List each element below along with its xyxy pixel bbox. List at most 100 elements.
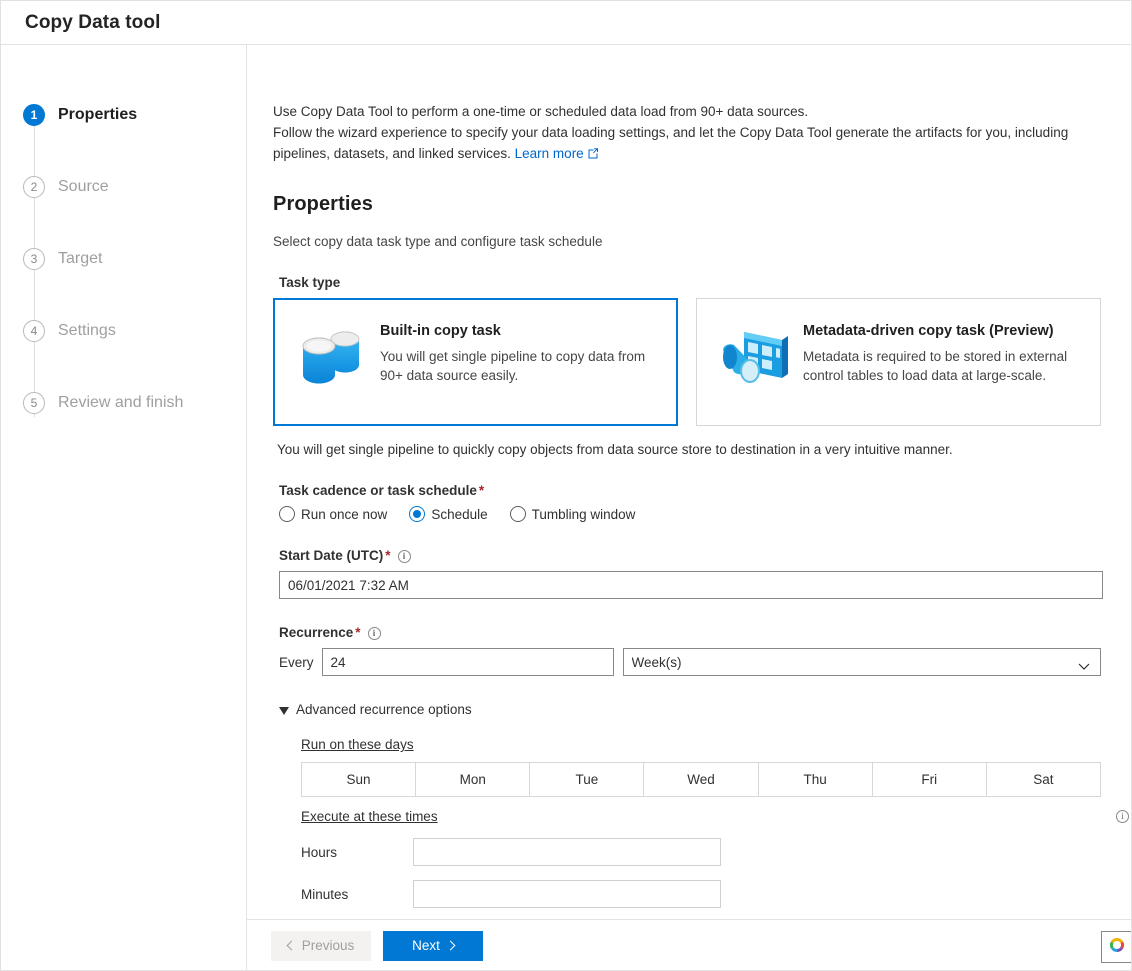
copy-data-tool-window: Copy Data tool 1 Properties 2 Source 3 T… bbox=[0, 0, 1132, 971]
next-button-label: Next bbox=[412, 938, 440, 953]
start-date-input[interactable] bbox=[279, 571, 1103, 599]
info-icon[interactable]: i bbox=[397, 550, 411, 563]
radio-dot-selected bbox=[409, 506, 426, 522]
step-number-badge: 3 bbox=[23, 248, 45, 270]
task-cadence-radio-group: Run once now Schedule Tumbling window bbox=[279, 506, 1101, 522]
recurrence-unit-select[interactable] bbox=[622, 648, 1101, 676]
task-type-card-group: Built-in copy task You will get single p… bbox=[273, 298, 1101, 426]
task-type-card-metadata-driven-copy-task[interactable]: Metadata-driven copy task (Preview) Meta… bbox=[696, 298, 1101, 426]
page-title: Properties bbox=[273, 193, 373, 215]
execute-at-times-row: Execute at these times i bbox=[301, 809, 1129, 824]
minutes-input[interactable] bbox=[413, 880, 721, 908]
external-link-icon bbox=[587, 144, 599, 165]
run-on-days-table: Sun Mon Tue Wed Thu Fri Sat bbox=[301, 762, 1101, 797]
required-asterisk: * bbox=[385, 548, 391, 563]
step-label: Review and finish bbox=[58, 394, 184, 411]
intro-line-2: Follow the wizard experience to specify … bbox=[273, 125, 1069, 140]
wizard-step-target[interactable]: 3 Target bbox=[23, 247, 246, 271]
task-cadence-label-text: Task cadence or task schedule bbox=[279, 483, 477, 498]
step-label: Source bbox=[58, 178, 109, 195]
wizard-step-review-and-finish[interactable]: 5 Review and finish bbox=[23, 391, 246, 415]
radio-dot bbox=[279, 506, 295, 522]
info-icon[interactable]: i bbox=[367, 627, 381, 640]
recurrence-unit-select-wrap bbox=[622, 648, 1101, 676]
database-cylinders-icon bbox=[294, 319, 370, 395]
start-date-label: Start Date (UTC) * i bbox=[279, 548, 1101, 563]
required-asterisk: * bbox=[355, 625, 361, 640]
card-title: Metadata-driven copy task (Preview) bbox=[803, 323, 1054, 339]
card-description: Metadata is required to be stored in ext… bbox=[803, 349, 1068, 383]
step-number-badge: 1 bbox=[23, 104, 45, 126]
metadata-table-funnel-icon bbox=[717, 319, 793, 395]
card-description: You will get single pipeline to copy dat… bbox=[380, 349, 646, 383]
required-asterisk: * bbox=[478, 483, 485, 498]
day-cell-sun[interactable]: Sun bbox=[302, 763, 417, 796]
radio-tumbling-window[interactable]: Tumbling window bbox=[509, 506, 636, 522]
chevron-left-icon bbox=[286, 940, 297, 951]
radio-run-once-now[interactable]: Run once now bbox=[279, 506, 387, 522]
task-type-label: Task type bbox=[279, 275, 341, 290]
wizard-step-settings[interactable]: 4 Settings bbox=[23, 319, 246, 343]
task-type-note: You will get single pipeline to quickly … bbox=[277, 442, 953, 457]
recurrence-label: Recurrence * i bbox=[279, 625, 1101, 640]
start-date-label-text: Start Date (UTC) bbox=[279, 548, 384, 563]
run-on-these-days-label[interactable]: Run on these days bbox=[301, 737, 414, 752]
recurrence-every-label: Every bbox=[279, 654, 314, 670]
radio-label: Schedule bbox=[431, 506, 488, 522]
wizard-step-source[interactable]: 2 Source bbox=[23, 175, 246, 199]
previous-button-label: Previous bbox=[301, 938, 355, 953]
day-cell-tue[interactable]: Tue bbox=[530, 763, 645, 796]
wizard-step-properties[interactable]: 1 Properties bbox=[23, 103, 246, 127]
step-number-badge: 2 bbox=[23, 176, 45, 198]
day-cell-fri[interactable]: Fri bbox=[872, 763, 987, 796]
hours-row: Hours bbox=[301, 838, 1101, 866]
recurrence-label-text: Recurrence bbox=[279, 625, 354, 640]
content-scroll-area: Use Copy Data Tool to perform a one-time… bbox=[247, 45, 1131, 919]
window-body: 1 Properties 2 Source 3 Target 4 Setting… bbox=[1, 45, 1131, 970]
execute-at-times-label[interactable]: Execute at these times bbox=[301, 809, 438, 824]
advanced-recurrence-label: Advanced recurrence options bbox=[296, 702, 472, 717]
chevron-right-icon bbox=[445, 940, 456, 951]
next-button[interactable]: Next bbox=[383, 930, 483, 961]
radio-label: Run once now bbox=[301, 506, 388, 522]
window-title: Copy Data tool bbox=[25, 11, 161, 33]
wizard-footer: Previous Next bbox=[247, 919, 1131, 970]
day-cell-thu[interactable]: Thu bbox=[758, 763, 873, 796]
step-label: Settings bbox=[58, 322, 116, 339]
wizard-content-pane: Use Copy Data Tool to perform a one-time… bbox=[247, 45, 1131, 970]
hours-input[interactable] bbox=[413, 838, 721, 866]
window-titlebar: Copy Data tool bbox=[1, 1, 1131, 45]
recurrence-interval-input[interactable] bbox=[321, 648, 614, 676]
step-label: Properties bbox=[58, 106, 138, 123]
intro-line-1: Use Copy Data Tool to perform a one-time… bbox=[273, 104, 809, 119]
task-cadence-label: Task cadence or task schedule * bbox=[279, 483, 1101, 498]
feedback-circle-icon bbox=[1109, 937, 1125, 958]
task-type-card-built-in-copy-task[interactable]: Built-in copy task You will get single p… bbox=[273, 298, 678, 426]
learn-more-link[interactable]: Learn more bbox=[515, 146, 599, 161]
day-cell-sat[interactable]: Sat bbox=[986, 763, 1100, 796]
step-number-badge: 4 bbox=[23, 320, 45, 342]
minutes-label: Minutes bbox=[301, 886, 349, 902]
radio-label: Tumbling window bbox=[531, 506, 636, 522]
card-text-block: Built-in copy task You will get single p… bbox=[380, 319, 658, 385]
intro-paragraph: Use Copy Data Tool to perform a one-time… bbox=[273, 101, 1101, 165]
radio-dot bbox=[509, 506, 526, 522]
step-number-badge: 5 bbox=[23, 392, 45, 414]
info-icon[interactable]: i bbox=[1116, 810, 1129, 823]
wizard-steps-rail: 1 Properties 2 Source 3 Target 4 Setting… bbox=[1, 45, 247, 970]
day-cell-mon[interactable]: Mon bbox=[416, 763, 531, 796]
radio-schedule[interactable]: Schedule bbox=[409, 506, 488, 522]
page-subtitle: Select copy data task type and configure… bbox=[273, 234, 603, 249]
step-label: Target bbox=[58, 250, 103, 267]
card-title: Built-in copy task bbox=[380, 323, 501, 339]
hours-label: Hours bbox=[301, 844, 338, 860]
learn-more-label: Learn more bbox=[514, 146, 584, 161]
feedback-widget[interactable] bbox=[1101, 931, 1131, 963]
wizard-connector-line bbox=[33, 125, 35, 417]
advanced-recurrence-toggle[interactable]: Advanced recurrence options bbox=[279, 702, 1101, 717]
card-text-block: Metadata-driven copy task (Preview) Meta… bbox=[803, 319, 1081, 385]
previous-button[interactable]: Previous bbox=[271, 930, 371, 961]
day-cell-wed[interactable]: Wed bbox=[644, 763, 759, 796]
triangle-expanded-icon bbox=[279, 706, 289, 715]
minutes-row: Minutes bbox=[301, 880, 1101, 908]
